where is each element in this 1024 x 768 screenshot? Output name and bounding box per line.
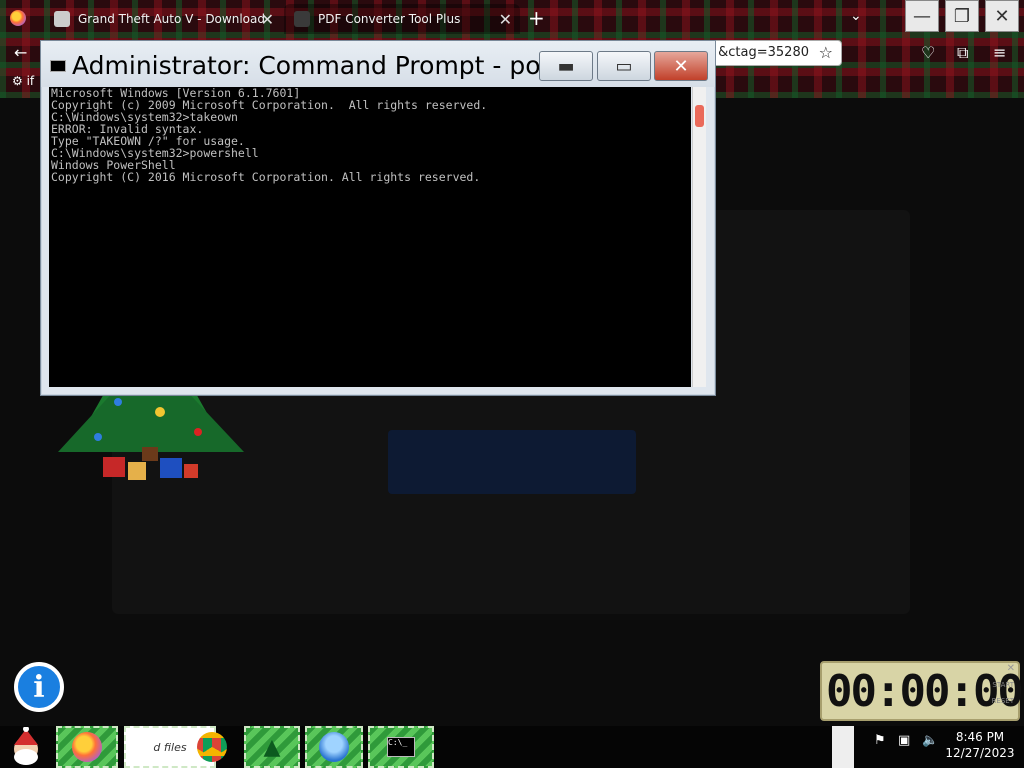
close-tab-icon[interactable]: ✕	[499, 10, 512, 29]
back-arrow-icon[interactable]: ←	[14, 43, 27, 62]
cmd-icon	[50, 60, 66, 72]
command-prompt-window[interactable]: Administrator: Command Prompt - pow... ▬…	[40, 40, 716, 396]
window-title: Administrator: Command Prompt - pow...	[72, 51, 583, 80]
taskbar-christmas-tree[interactable]: ▲	[244, 726, 300, 768]
clock-date: 12/27/2023	[945, 746, 1015, 760]
taskbar-command-prompt[interactable]: C:\_	[368, 726, 434, 768]
network-error-icon[interactable]: ⚑	[874, 733, 886, 748]
system-clock[interactable]: 8:46 PM 12/27/2023	[945, 729, 1015, 761]
bookmark-label: if	[26, 74, 35, 88]
url-text: &ctag=35280	[718, 45, 809, 60]
minimize-button[interactable]: ▬	[539, 51, 593, 81]
menu-icon[interactable]: ≡	[993, 43, 1006, 62]
clock-time: 8:46 PM	[955, 730, 1005, 744]
show-hidden-icons[interactable]	[832, 726, 854, 768]
taskbar-chrome[interactable]	[194, 726, 230, 768]
restore-browser-button[interactable]: ❐	[945, 0, 979, 32]
tab-favicon-icon	[294, 11, 310, 27]
taskbar-thunderbird[interactable]	[305, 726, 363, 768]
chrome-icon	[197, 732, 227, 762]
close-browser-button[interactable]: ✕	[985, 0, 1019, 32]
bookmark-item[interactable]: ⚙ if	[12, 74, 34, 88]
timer-reset-button[interactable]: RESET	[992, 697, 1014, 705]
console-line: Copyright (C) 2016 Microsoft Corporation…	[51, 170, 481, 184]
tab-favicon-icon	[54, 11, 70, 27]
taskbar-folder-label: d files	[153, 740, 187, 754]
timer-display: 00:00:00	[826, 666, 1024, 717]
timer-close-icon[interactable]: ✕	[1007, 663, 1015, 674]
tree-icon: ▲	[263, 734, 281, 760]
minimize-browser-button[interactable]: —	[905, 0, 939, 32]
cmd-icon: C:\_	[387, 737, 415, 757]
maximize-button[interactable]: ▭	[597, 51, 651, 81]
firefox-icon[interactable]	[10, 10, 26, 26]
firefox-icon	[72, 732, 102, 762]
tab-gta[interactable]: Grand Theft Auto V - Download ✕	[44, 4, 282, 34]
window-title-bar[interactable]: Administrator: Command Prompt - pow... ▬…	[41, 41, 715, 87]
taskbar: d files ▲ C:\_	[0, 726, 1024, 768]
taskbar-firefox[interactable]	[56, 726, 118, 768]
close-button[interactable]: ✕	[654, 51, 708, 81]
console-output[interactable]: Microsoft Windows [Version 6.1.7601] Cop…	[49, 87, 691, 387]
tab-pdf-converter[interactable]: PDF Converter Tool Plus ✕	[284, 4, 520, 34]
vertical-scrollbar[interactable]	[692, 87, 706, 387]
info-button[interactable]: i	[14, 662, 64, 712]
new-tab-button[interactable]: +	[528, 6, 545, 30]
start-button-santa-icon[interactable]	[0, 726, 52, 768]
list-tabs-chevron-icon[interactable]: ⌄	[850, 8, 862, 24]
tab-title: PDF Converter Tool Plus	[318, 12, 461, 26]
thunderbird-icon	[319, 732, 349, 762]
timer-start-button[interactable]: START	[992, 681, 1014, 689]
scrollbar-thumb[interactable]	[695, 105, 704, 127]
bookmark-star-icon[interactable]: ☆	[819, 43, 833, 62]
desktop: Grand Theft Auto V - Download ✕ PDF Conv…	[0, 0, 1024, 768]
page-button[interactable]	[388, 430, 636, 494]
timer-widget[interactable]: 00:00:00 START RESET ✕	[820, 661, 1024, 721]
browser-tab-bar: Grand Theft Auto V - Download ✕ PDF Conv…	[0, 0, 1024, 38]
close-tab-icon[interactable]: ✕	[261, 10, 274, 29]
extensions-icon[interactable]: ⧉	[957, 43, 968, 63]
tab-title: Grand Theft Auto V - Download	[78, 12, 265, 26]
volume-icon[interactable]: 🔈	[922, 733, 938, 748]
pocket-icon[interactable]: ♡	[921, 43, 935, 62]
display-icon[interactable]: ▣	[898, 733, 910, 748]
